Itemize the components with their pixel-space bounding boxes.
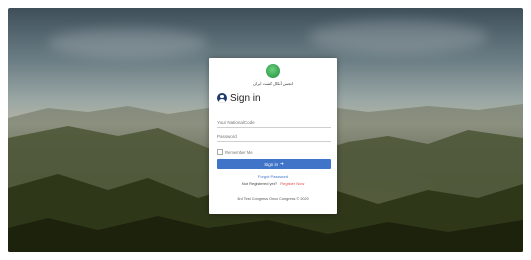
login-card: انجمن آنکال کشت ایران Sign in Remember M… — [209, 58, 337, 214]
signin-button[interactable]: Sign in ➜ — [217, 159, 331, 169]
user-circle-icon — [217, 93, 227, 103]
not-registered-text: Not Registered yet? — [241, 181, 278, 186]
national-code-input[interactable] — [217, 118, 331, 128]
register-row: Not Registered yet? Register Now — [209, 181, 337, 186]
arrow-right-icon: ➜ — [279, 161, 284, 166]
register-now-link[interactable]: Register Now — [280, 181, 304, 186]
remember-me-label: Remember Me — [225, 149, 253, 155]
remember-me-checkbox[interactable] — [217, 149, 223, 155]
cloud — [308, 20, 488, 54]
organization-name: انجمن آنکال کشت ایران — [253, 81, 293, 86]
logo-icon — [266, 64, 280, 78]
footer-copyright: 3rd Test Congress Onco Congress © 2020 — [237, 197, 309, 201]
cloud — [48, 28, 208, 58]
title-row: Sign in — [217, 91, 261, 105]
register-now-label: Register Now — [280, 181, 305, 186]
forgot-password-link[interactable]: Forgot Password — [209, 174, 337, 179]
page-title: Sign in — [230, 92, 261, 104]
remember-me[interactable]: Remember Me — [217, 149, 253, 155]
signin-button-label: Sign in — [264, 161, 278, 167]
password-input[interactable] — [217, 132, 331, 142]
